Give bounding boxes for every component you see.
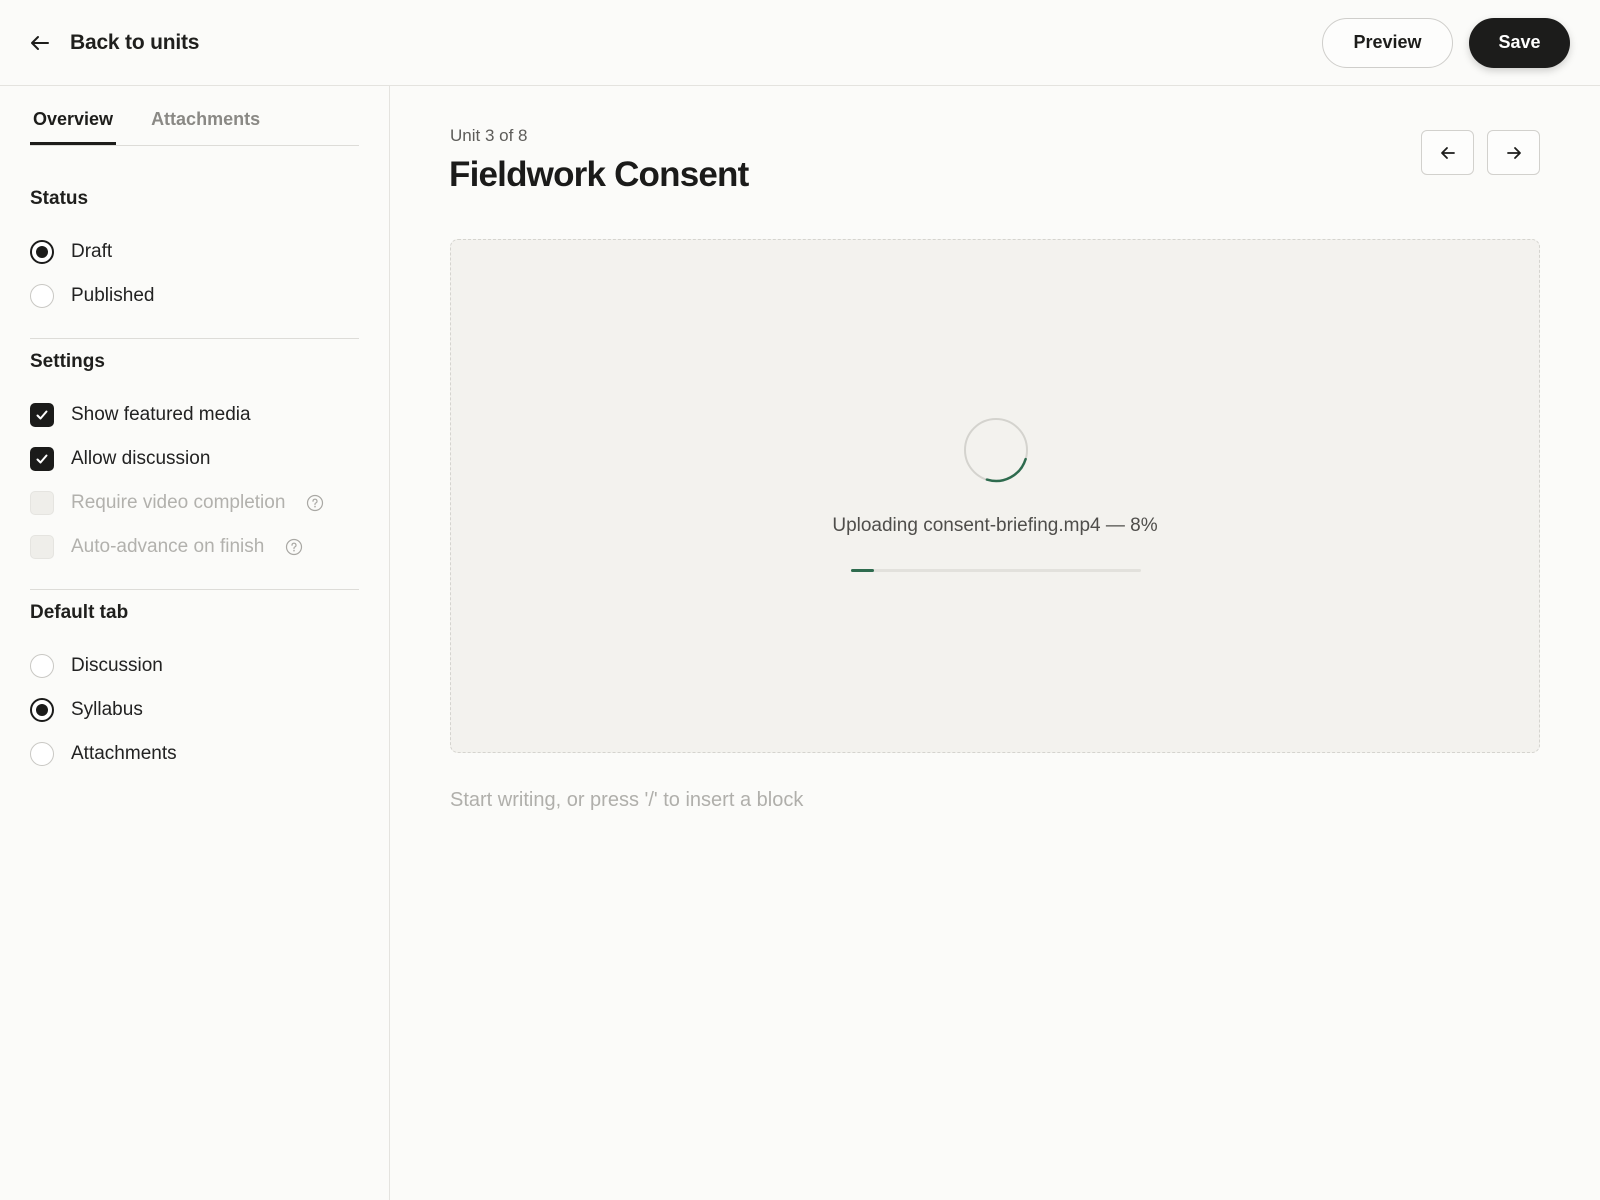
back-to-units-label: Back to units xyxy=(70,30,200,54)
upload-status-text: Uploading consent-briefing.mp4 — 8% xyxy=(832,515,1158,536)
radio-selected[interactable] xyxy=(30,698,54,722)
arrow-left-icon xyxy=(31,35,49,50)
unit-editor: Unit 3 of 8 Fieldwork Consent Uploading … xyxy=(390,86,1600,1200)
default-tab-option-discussion[interactable]: Discussion xyxy=(30,644,359,688)
back-to-units-link[interactable]: Back to units xyxy=(28,31,199,55)
setting-allow-discussion[interactable]: Allow discussion xyxy=(30,437,359,481)
setting-show-featured-media[interactable]: Show featured media xyxy=(30,393,359,437)
tab-attachments[interactable]: Attachments xyxy=(148,109,263,145)
checkbox-checked[interactable] xyxy=(30,447,54,471)
upload-progress-fill xyxy=(851,569,875,572)
media-upload-dropzone[interactable]: Uploading consent-briefing.mp4 — 8% xyxy=(450,239,1540,753)
arrow-left-icon xyxy=(1440,146,1455,159)
help-circle-icon[interactable] xyxy=(285,538,303,556)
page-title: Fieldwork Consent xyxy=(449,155,749,194)
preview-button[interactable]: Preview xyxy=(1322,17,1453,68)
setting-label: Show featured media xyxy=(71,404,251,425)
arrow-right-icon xyxy=(1506,146,1521,159)
top-bar: Back to units Preview Save xyxy=(0,0,1600,86)
unit-counter: Unit 3 of 8 xyxy=(450,126,528,145)
radio-selected[interactable] xyxy=(30,240,54,264)
previous-unit-button[interactable] xyxy=(1421,130,1474,175)
status-section: Status Draft Published xyxy=(30,146,359,339)
setting-label: Auto-advance on finish xyxy=(71,536,265,557)
default-tab-option-syllabus[interactable]: Syllabus xyxy=(30,688,359,732)
radio-unselected[interactable] xyxy=(30,284,54,308)
radio-unselected[interactable] xyxy=(30,654,54,678)
setting-auto-advance-on-finish: Auto-advance on finish xyxy=(30,525,359,569)
default-tab-section: Default tab Discussion Syllabus Attachme… xyxy=(30,590,359,796)
help-circle-icon[interactable] xyxy=(306,494,324,512)
header-actions: Preview Save xyxy=(1322,17,1570,68)
setting-label: Allow discussion xyxy=(71,448,211,469)
status-option-label: Published xyxy=(71,285,155,306)
settings-sidebar: Overview Attachments Status Draft Publis… xyxy=(0,86,390,1200)
radio-unselected[interactable] xyxy=(30,742,54,766)
settings-title: Settings xyxy=(30,351,105,372)
default-tab-option-label: Syllabus xyxy=(71,699,143,720)
unit-navigation xyxy=(1421,130,1540,175)
status-option-draft[interactable]: Draft xyxy=(30,230,359,274)
checkbox-checked[interactable] xyxy=(30,403,54,427)
default-tab-option-label: Attachments xyxy=(71,743,177,764)
status-title: Status xyxy=(30,188,89,209)
setting-require-video-completion: Require video completion xyxy=(30,481,359,525)
checkbox-disabled xyxy=(30,535,54,559)
status-option-published[interactable]: Published xyxy=(30,274,359,318)
save-button[interactable]: Save xyxy=(1469,17,1570,68)
setting-label: Require video completion xyxy=(71,492,286,513)
checkbox-disabled xyxy=(30,491,54,515)
default-tab-option-attachments[interactable]: Attachments xyxy=(30,732,359,776)
editor-placeholder[interactable]: Start writing, or press '/' to insert a … xyxy=(450,789,803,812)
checkmark-icon xyxy=(36,410,48,420)
loading-spinner-icon xyxy=(964,418,1028,483)
settings-section: Settings Show featured media Allow discu… xyxy=(30,339,359,590)
status-option-label: Draft xyxy=(71,241,113,262)
default-tab-title: Default tab xyxy=(30,602,129,623)
tab-overview[interactable]: Overview xyxy=(30,109,117,145)
checkmark-icon xyxy=(36,454,48,464)
sidebar-tabs: Overview Attachments xyxy=(30,86,359,146)
next-unit-button[interactable] xyxy=(1487,130,1540,175)
default-tab-option-label: Discussion xyxy=(71,655,163,676)
upload-progress-bar xyxy=(851,569,1141,572)
